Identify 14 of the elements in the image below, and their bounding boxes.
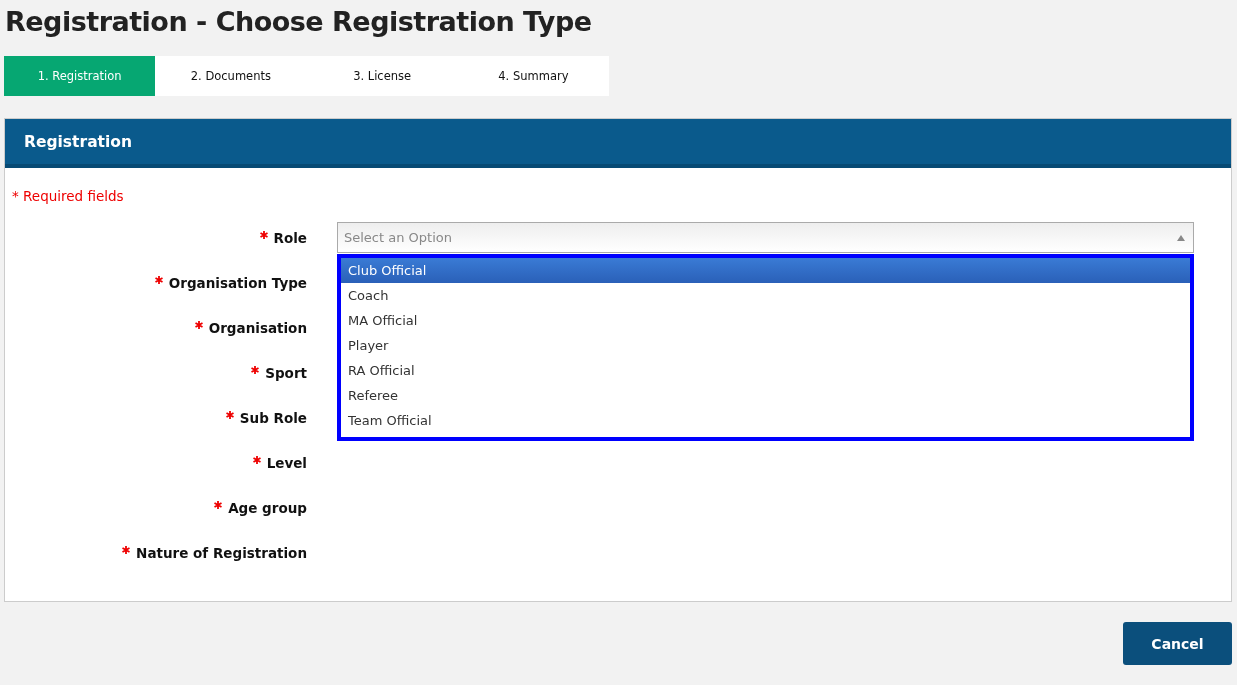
panel-header: Registration <box>5 119 1231 168</box>
field-label: Role <box>273 229 307 246</box>
field-label: Organisation <box>208 319 307 336</box>
field-label: Sub Role <box>239 409 307 426</box>
field-label: Level <box>266 454 307 471</box>
required-note: * Required fields <box>12 188 125 204</box>
caret-icon <box>1177 234 1185 241</box>
field-label: Age group <box>228 499 307 516</box>
dropdown-option[interactable]: Club Official <box>341 258 1190 283</box>
field-label: Sport <box>265 364 307 381</box>
field-label: Organisation Type <box>168 274 307 291</box>
cancel-button[interactable]: Cancel <box>1123 622 1232 665</box>
page-title: Registration - Choose Registration Type <box>5 6 593 37</box>
field-label: Nature of Registration <box>136 544 307 561</box>
